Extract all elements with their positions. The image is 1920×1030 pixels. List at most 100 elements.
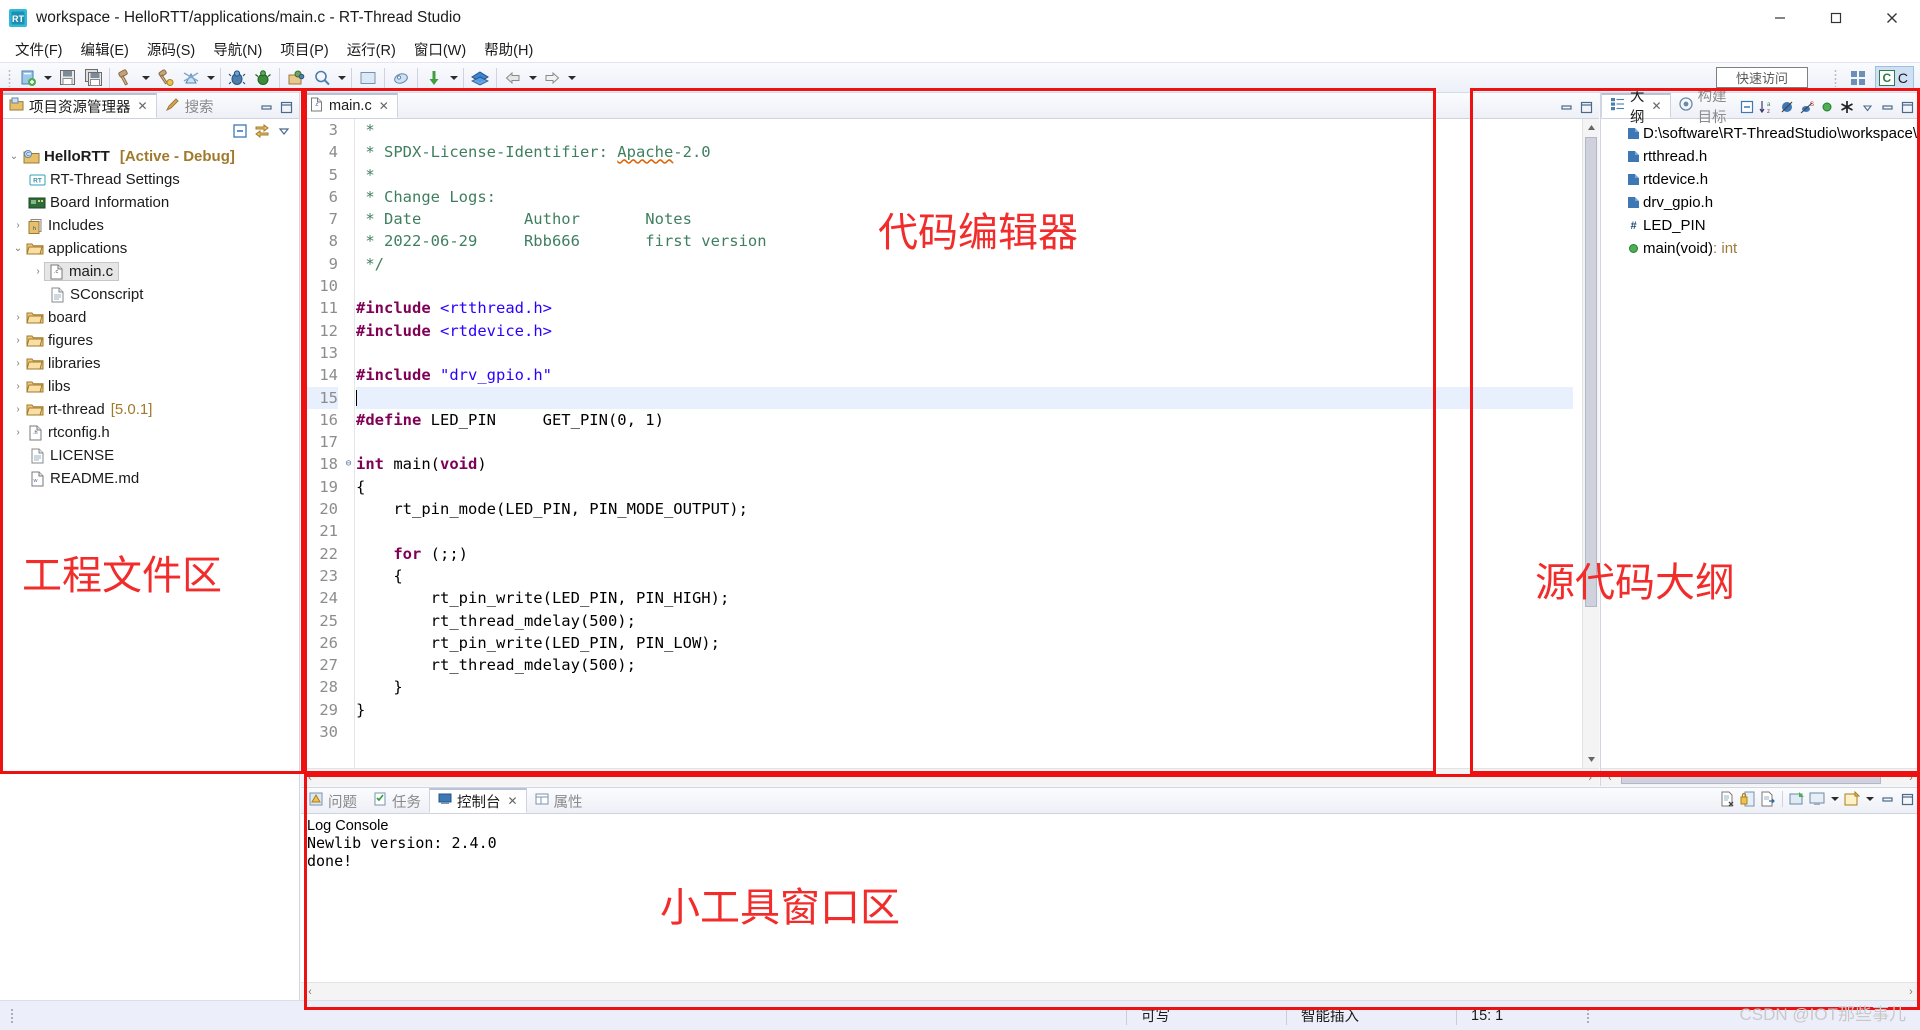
scroll-down-icon[interactable] xyxy=(1583,751,1599,768)
open-dropdown-icon[interactable] xyxy=(1863,787,1876,811)
fold-toggle-icon[interactable]: ⊖ xyxy=(343,453,354,475)
code-line[interactable]: { xyxy=(356,565,1573,587)
download-icon[interactable] xyxy=(422,66,446,90)
link-editor-icon[interactable] xyxy=(253,122,271,140)
save-icon[interactable] xyxy=(55,66,79,90)
scroll-right-icon[interactable]: › xyxy=(1902,772,1920,784)
clean-dropdown-icon[interactable] xyxy=(204,66,217,90)
collapse-all-icon[interactable] xyxy=(1738,98,1756,116)
code-line[interactable]: rt_pin_write(LED_PIN, PIN_HIGH); xyxy=(356,587,1573,609)
build-all-icon[interactable] xyxy=(153,66,177,90)
serial-icon[interactable] xyxy=(389,66,413,90)
code-line[interactable] xyxy=(356,342,1573,364)
chevron-right-icon[interactable]: › xyxy=(10,358,26,369)
hide-macros-icon[interactable] xyxy=(1838,98,1856,116)
code-line[interactable]: * SPDX-License-Identifier: Apache-2.0 xyxy=(356,141,1573,163)
tab-outline[interactable]: 大纲 ✕ xyxy=(1601,89,1671,126)
outline-item-file-path[interactable]: D:\software\RT-ThreadStudio\workspace\He… xyxy=(1601,122,1920,145)
menu-project[interactable]: 项目(P) xyxy=(271,37,337,62)
tree-item-hellortt[interactable]: ⌄ C HelloRTT [Active - Debug] xyxy=(0,145,299,168)
code-line[interactable]: #include <rtthread.h> xyxy=(356,297,1573,319)
hide-static-icon[interactable]: S xyxy=(1798,98,1816,116)
scroll-up-icon[interactable] xyxy=(1583,119,1599,136)
chevron-right-icon[interactable]: › xyxy=(10,427,26,438)
menu-run[interactable]: 运行(R) xyxy=(338,37,405,62)
download-dropdown-icon[interactable] xyxy=(447,66,460,90)
menu-navigate[interactable]: 导航(N) xyxy=(204,37,271,62)
code-line[interactable]: * xyxy=(356,119,1573,141)
display-dropdown-icon[interactable] xyxy=(1828,787,1841,811)
lock-scroll-icon[interactable] xyxy=(1739,790,1757,808)
code-line[interactable]: for (;;) xyxy=(356,543,1573,565)
menu-help[interactable]: 帮助(H) xyxy=(475,37,542,62)
search-dropdown-icon[interactable] xyxy=(335,66,348,90)
code-line[interactable]: #define LED_PIN GET_PIN(0, 1) xyxy=(356,409,1573,431)
status-resize-grip[interactable] xyxy=(1586,1007,1590,1024)
menu-window[interactable]: 窗口(W) xyxy=(405,37,475,62)
build-dropdown-icon[interactable] xyxy=(139,66,152,90)
back-dropdown-icon[interactable] xyxy=(526,66,539,90)
tree-item-license[interactable]: LICENSE xyxy=(0,444,299,467)
scroll-right-icon[interactable]: › xyxy=(1581,771,1599,784)
code-line[interactable] xyxy=(356,275,1573,297)
tree-item-sconscript[interactable]: SConscript xyxy=(0,283,299,306)
tree-item-board-information[interactable]: Board Information xyxy=(0,191,299,214)
new-dropdown-icon[interactable] xyxy=(41,66,54,90)
sdk-manager-icon[interactable] xyxy=(468,66,492,90)
minimize-view-icon[interactable] xyxy=(1557,98,1575,116)
code-line[interactable]: int main(void) xyxy=(356,453,1573,475)
code-line[interactable] xyxy=(356,520,1573,542)
sort-az-icon[interactable]: a z xyxy=(1758,98,1776,116)
scroll-right-icon[interactable]: › xyxy=(1902,986,1920,998)
forward-icon[interactable] xyxy=(540,66,564,90)
menu-source[interactable]: 源码(S) xyxy=(138,37,204,62)
tree-item-figures[interactable]: › figures xyxy=(0,329,299,352)
code-line[interactable]: { xyxy=(356,476,1573,498)
code-line[interactable]: rt_pin_write(LED_PIN, PIN_LOW); xyxy=(356,632,1573,654)
scroll-left-icon[interactable]: ‹ xyxy=(301,771,319,784)
code-folding-column[interactable]: ⊖ xyxy=(343,119,355,768)
code-line[interactable]: rt_thread_mdelay(500); xyxy=(356,610,1573,632)
minimize-icon[interactable] xyxy=(1752,0,1808,36)
scroll-left-icon[interactable]: ‹ xyxy=(301,986,319,998)
tree-item-includes[interactable]: › h Includes xyxy=(0,214,299,237)
tab-main-c[interactable]: .c main.c ✕ xyxy=(301,93,398,118)
outline-item-drv-gpio-h[interactable]: drv_gpio.h xyxy=(1601,191,1920,214)
chevron-right-icon[interactable]: › xyxy=(10,404,26,415)
tree-item-libraries[interactable]: › libraries xyxy=(0,352,299,375)
console-horizontal-scrollbar[interactable]: ‹ › xyxy=(301,982,1920,1000)
editor-vertical-scrollbar[interactable] xyxy=(1582,119,1599,768)
tab-search[interactable]: 搜索 xyxy=(157,93,222,118)
save-all-icon[interactable] xyxy=(81,66,105,90)
tree-item-libs[interactable]: › libs xyxy=(0,375,299,398)
scroll-lock-icon[interactable] xyxy=(1759,790,1777,808)
vertical-scroll-thumb[interactable] xyxy=(1585,137,1597,607)
tree-item-rtconfig-h[interactable]: › .h rtconfig.h xyxy=(0,421,299,444)
debug-icon[interactable] xyxy=(225,66,249,90)
clear-console-icon[interactable] xyxy=(1719,790,1737,808)
code-line[interactable] xyxy=(356,431,1573,453)
outline-item-rtdevice-h[interactable]: rtdevice.h xyxy=(1601,168,1920,191)
package-manager-icon[interactable] xyxy=(284,66,308,90)
minimize-view-icon[interactable] xyxy=(1878,790,1896,808)
maximize-view-icon[interactable] xyxy=(277,98,295,116)
outline-horizontal-scrollbar[interactable]: ‹ › xyxy=(1601,768,1920,786)
maximize-view-icon[interactable] xyxy=(1577,98,1595,116)
close-icon[interactable]: ✕ xyxy=(379,99,389,113)
toolbar-grip[interactable] xyxy=(8,68,11,87)
tree-item-readme-md[interactable]: w README.md xyxy=(0,467,299,490)
perspective-c-button[interactable]: C C xyxy=(1874,66,1914,90)
code-line[interactable] xyxy=(356,721,1573,743)
tab-tasks[interactable]: 任务 xyxy=(365,788,429,813)
open-console-icon[interactable] xyxy=(1843,790,1861,808)
outline-scroll-thumb[interactable] xyxy=(1621,772,1881,784)
chevron-right-icon[interactable]: › xyxy=(10,381,26,392)
menu-file[interactable]: 文件(F) xyxy=(6,37,72,62)
new-icon[interactable] xyxy=(16,66,40,90)
open-perspective-icon[interactable] xyxy=(1844,66,1872,90)
chevron-down-icon[interactable]: ⌄ xyxy=(6,151,22,162)
collapse-all-icon[interactable] xyxy=(231,122,249,140)
code-line[interactable]: #include "drv_gpio.h" xyxy=(356,364,1573,386)
tree-item-main-c[interactable]: › .c main.c xyxy=(0,260,299,283)
tab-properties[interactable]: 属性 xyxy=(527,788,591,813)
